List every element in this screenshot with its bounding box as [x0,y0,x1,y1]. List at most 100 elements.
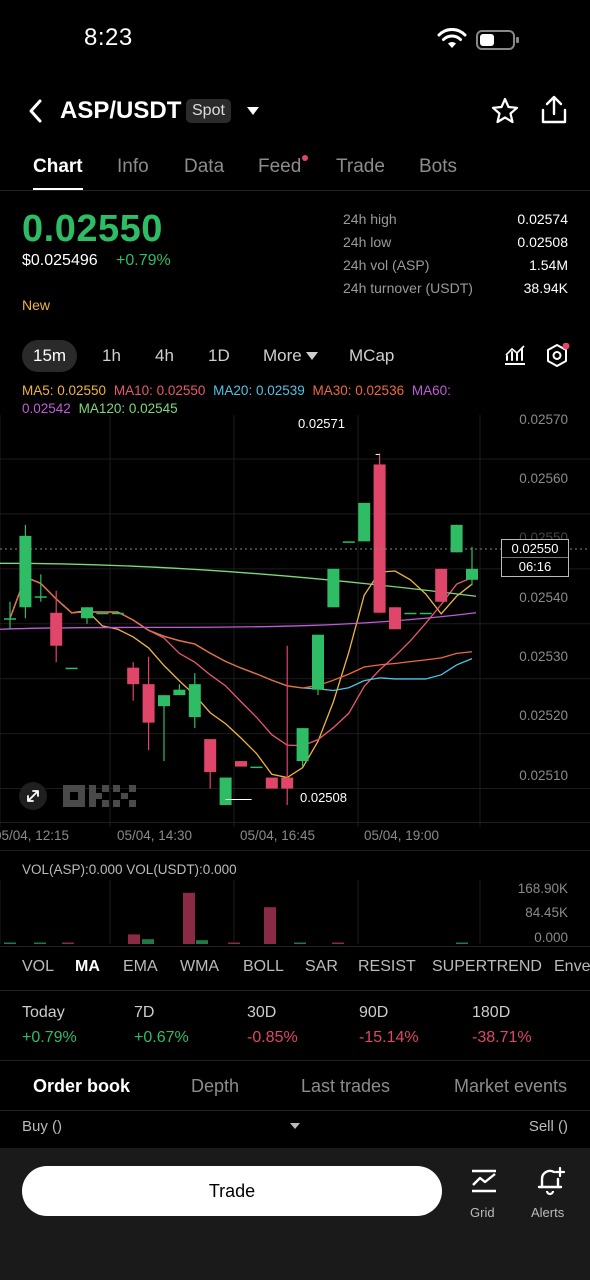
indicator-vol[interactable]: VOL [22,958,54,976]
timeframe-1h[interactable]: 1h [102,346,121,366]
volume-y-tick: 0.000 [534,930,568,945]
volume-bar [456,942,468,944]
tab-data[interactable]: Data [184,156,224,178]
candle-body [342,541,355,543]
notification-dot [302,155,308,161]
indicator-ema[interactable]: EMA [123,958,158,976]
chart-settings-icon[interactable] [544,343,570,369]
more-chevron-icon[interactable] [305,350,319,362]
usd-price: $0.025496 [22,252,98,269]
timeframe-more[interactable]: More [263,346,302,366]
stat-value-high: 0.02574 [517,211,568,227]
tab-market-events[interactable]: Market events [454,1076,567,1097]
x-tick: 05/04, 14:30 [117,828,193,843]
y-tick: 0.02520 [519,708,568,723]
ma30-line [9,576,473,689]
candle-body [34,596,47,598]
divider [0,850,590,851]
tab-feed[interactable]: Feed [258,156,301,178]
candle-body [96,612,109,615]
share-icon[interactable] [538,94,570,126]
tab-last-trades[interactable]: Last trades [301,1076,390,1097]
ma10-value: MA10: 0.02550 [113,383,206,398]
timeframe-1d[interactable]: 1D [208,346,230,366]
grid-bot-icon[interactable] [470,1167,498,1195]
timeframe-15m[interactable]: 15m [22,340,78,372]
tab-chart[interactable]: Chart [33,156,83,178]
candle-body [19,535,32,608]
perf-value-30d: -0.85% [247,1029,298,1046]
grid-label[interactable]: Grid [470,1205,495,1220]
pair-title[interactable]: ASP/USDT [60,97,181,125]
tab-order-book[interactable]: Order book [33,1076,130,1097]
perf-value-today: +0.79% [22,1029,77,1046]
candle-body [142,684,155,723]
stat-label-high: 24h high [343,211,397,227]
perf-value-7d: +0.67% [134,1029,189,1046]
chevron-down-icon[interactable] [245,104,261,118]
divider [0,822,590,823]
indicator-envelope[interactable]: Enve [554,958,590,976]
star-icon[interactable] [490,96,520,126]
candlestick-chart[interactable] [0,415,590,827]
volume-y-tick: 84.45K [525,905,568,920]
indicator-chart-icon[interactable] [503,343,527,367]
stat-label-vol: 24h vol (ASP) [343,257,430,273]
volume-bar [142,939,154,944]
indicator-ma[interactable]: MA [75,958,100,976]
volume-bar [196,940,208,944]
stat-label-turnover: 24h turnover (USDT) [343,280,473,296]
candle-body [358,502,371,542]
precision-dropdown-icon[interactable] [289,1121,301,1131]
trade-button[interactable]: Trade [22,1166,442,1216]
ma5-value: MA5: 0.02550 [22,383,107,398]
perf-label-180d: 180D [472,1004,511,1021]
stat-value-turnover: 38.94K [523,280,568,296]
stat-value-low: 0.02508 [517,234,568,250]
y-tick: 0.02510 [519,768,568,783]
indicator-wma[interactable]: WMA [180,958,219,976]
x-tick: 05/04, 19:00 [364,828,440,843]
alerts-label[interactable]: Alerts [531,1205,564,1220]
candle-body [373,464,386,613]
back-arrow-icon[interactable] [26,98,46,124]
tab-trade[interactable]: Trade [336,156,385,178]
divider [0,946,590,947]
tab-info[interactable]: Info [117,156,149,178]
volume-bar [294,942,306,944]
battery-icon [476,30,519,50]
candle-body [312,634,324,690]
candle-body [327,568,340,608]
perf-label-90d: 90D [359,1004,389,1021]
mcap-toggle[interactable]: MCap [349,346,394,366]
divider [0,1110,590,1111]
alerts-bell-icon[interactable] [534,1165,566,1197]
indicator-sar[interactable]: SAR [305,958,338,976]
candle-body [127,667,140,685]
indicator-resist[interactable]: RESIST [358,958,416,976]
indicator-boll[interactable]: BOLL [243,958,284,976]
volume-bar [4,942,16,944]
new-tag: New [22,297,51,313]
divider [0,990,590,991]
x-tick: 05/04, 12:15 [0,828,70,843]
candle-body [404,612,417,615]
timeframe-4h[interactable]: 4h [155,346,174,366]
candle-body [466,568,478,580]
ma20-value: MA20: 0.02539 [213,383,305,398]
volume-bar [128,934,140,944]
volume-bar [62,942,74,944]
volume-bar [228,942,240,944]
y-tick: 0.02540 [519,590,568,605]
status-time: 8:23 [84,24,133,51]
candle-body [235,761,247,767]
indicator-supertrend[interactable]: SUPERTREND [432,958,542,976]
tab-depth[interactable]: Depth [191,1076,239,1097]
candle-body [188,684,201,718]
candle-body [4,618,16,620]
candle-body [450,524,463,553]
sell-header: Sell () [528,1118,568,1135]
expand-chart-icon[interactable] [18,781,48,811]
volume-bar [264,907,276,944]
tab-bots[interactable]: Bots [419,156,457,178]
